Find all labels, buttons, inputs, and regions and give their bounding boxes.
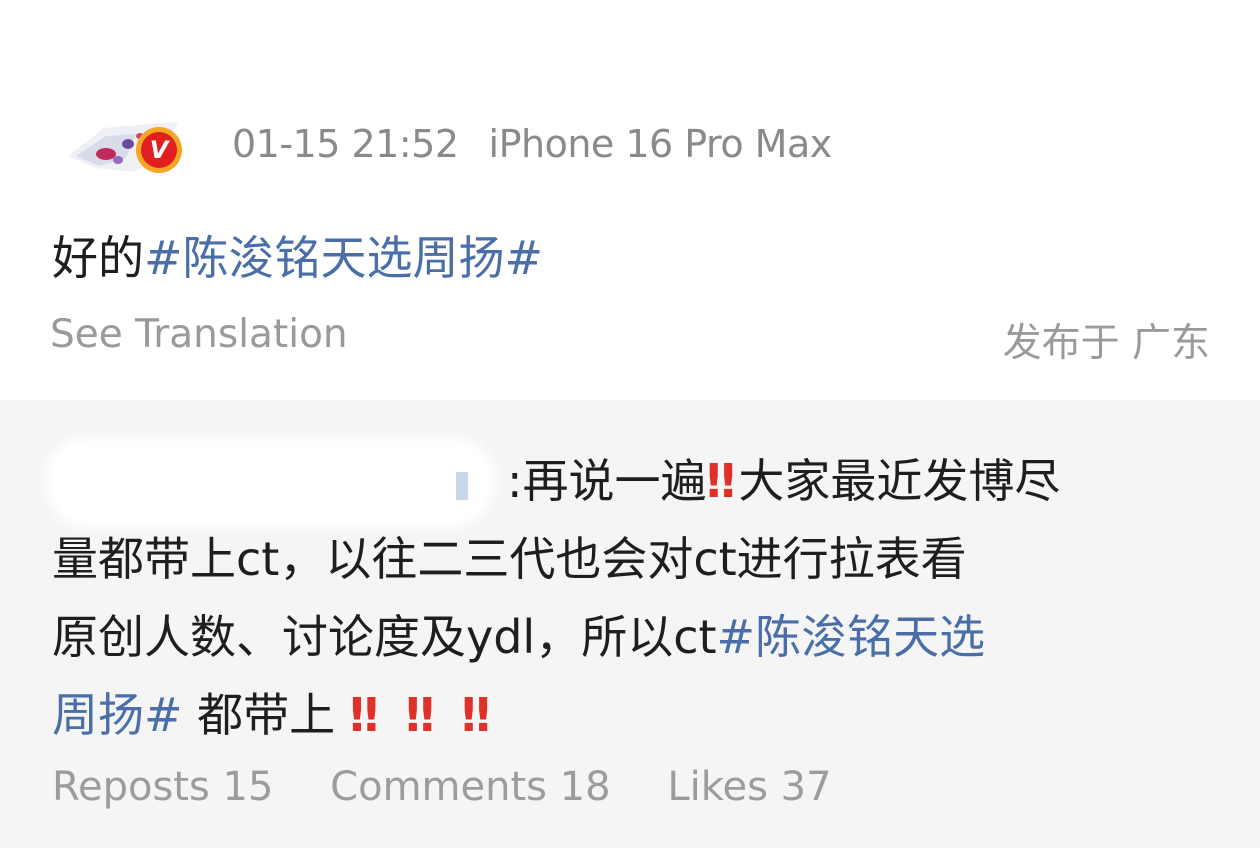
double-exclamation-icon: ‼: [461, 688, 490, 742]
reposts-count-button[interactable]: Reposts 15: [52, 764, 273, 810]
likes-count-button[interactable]: Likes 37: [667, 764, 831, 810]
repost-line-4: 周扬# 都带上 ‼ ‼ ‼: [52, 676, 1212, 754]
post-location: 发布于 广东: [1002, 321, 1210, 366]
repost-line-3: 原创人数、讨论度及ydl，所以ct#陈浚铭天选: [52, 598, 1212, 676]
repost-hashtag-link-tail[interactable]: 周扬#: [52, 688, 183, 742]
repost-line-1-text-b: 大家最近发博尽: [738, 454, 1061, 508]
post-text: 好的#陈浚铭天选周扬#: [52, 222, 543, 288]
post-text-plain: 好的: [52, 231, 144, 285]
avatar[interactable]: V: [66, 114, 190, 180]
post-header: V: [66, 112, 190, 182]
double-exclamation-icon: ‼: [349, 688, 379, 742]
translate-row: See Translation 发布于 广东: [50, 312, 1210, 368]
emphasis-group: ‼ ‼ ‼: [350, 688, 518, 742]
post-time: 01-15 21:52: [232, 122, 459, 166]
see-translation-link[interactable]: See Translation: [50, 312, 348, 357]
double-exclamation-icon: ‼: [405, 688, 435, 742]
post-device: iPhone 16 Pro Max: [488, 122, 833, 166]
repost-hashtag-link[interactable]: #陈浚铭天选: [717, 610, 986, 664]
post-hashtag-link[interactable]: #陈浚铭天选周扬#: [144, 231, 543, 285]
repost-stats: Reposts 15 Comments 18 Likes 37: [52, 764, 876, 810]
post-meta: 01-15 21:52 iPhone 16 Pro Max: [232, 122, 832, 166]
repost-line-2: 量都带上ct，以往二三代也会对ct进行拉表看: [52, 532, 967, 586]
repost-line-4-text: 都带上: [182, 688, 336, 742]
repost-block[interactable]: :再说一遍‼ 大家最近发博尽 量都带上ct，以往二三代也会对ct进行拉表看 原创人…: [0, 400, 1260, 848]
comments-count-button[interactable]: Comments 18: [330, 764, 610, 810]
repost-line-1: :再说一遍‼ 大家最近发博尽: [52, 442, 1212, 520]
repost-text: :再说一遍‼ 大家最近发博尽 量都带上ct，以往二三代也会对ct进行拉表看 原创人…: [52, 442, 1212, 754]
repost-line-3-text: 原创人数、讨论度及ydl，所以ct: [52, 610, 717, 664]
verified-badge-icon: V: [136, 127, 182, 173]
repost-line-1-text: :再说一遍: [507, 454, 707, 508]
double-exclamation-icon: ‼: [706, 454, 736, 508]
